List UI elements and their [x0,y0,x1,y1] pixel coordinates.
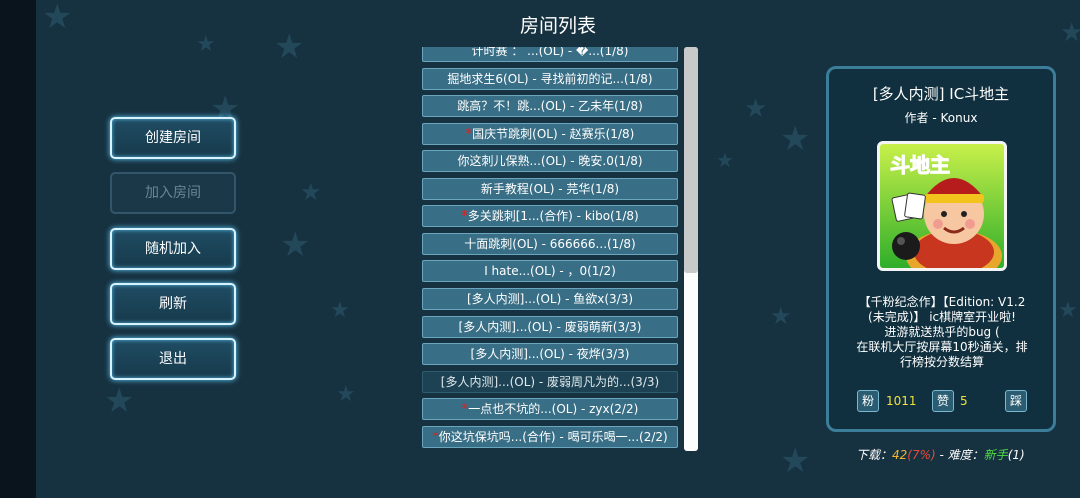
description-line: 进游就送热乎的bug ( [884,325,1000,339]
left-edge-strip [0,0,36,498]
star-icon: ★ [104,381,135,421]
room-list-item[interactable]: 你这刺儿保熟...(OL) - 晚安.0(1/8) [422,150,678,172]
difficulty-value: 新手 [983,448,1008,462]
room-detail-author: 作者 - Konux [904,111,978,125]
like-button[interactable]: 赞 [932,390,954,412]
room-label: 跳高？不！跳...(OL) - 乙未年(1/8) [457,99,643,113]
room-list-item[interactable]: 新手教程(OL) - 芫华(1/8) [422,178,678,200]
fans-button[interactable]: 粉 [857,390,879,412]
room-label: [多人内测]...(OL) - 废弱周凡为的...(3/3) [440,375,660,389]
difficulty-level: (1) [1007,448,1025,462]
description-line: 行榜按分数结算 [899,355,984,369]
room-label: 十面跳刺(OL) - 666666...(1/8) [464,237,636,251]
description-line: 在联机大厅按屏幕10秒通关，排 [856,340,1028,354]
star-icon: ★ [780,119,811,159]
random-join-button[interactable]: 随机加入 [110,228,236,270]
room-list-scrollbar[interactable] [684,47,698,451]
star-icon: ★ [300,178,322,206]
star-icon: ★ [780,441,811,481]
scrollbar-thumb[interactable] [684,47,698,273]
download-percent: (7%) [907,448,936,462]
star-icon: ★ [1058,298,1078,323]
room-label: 多关跳刺[1...(合作) - kibo(1/8) [467,209,639,223]
room-label: I hate...(OL) - ，0(1/2) [484,264,616,278]
create-room-button[interactable]: 创建房间 [110,117,236,159]
room-label: 掘地求生6(OL) - 寻找前初的记...(1/8) [447,72,653,86]
room-label: 你这刺儿保熟...(OL) - 晚安.0(1/8) [457,154,643,168]
room-label: [多人内测]...(OL) - 废弱萌新(3/3) [458,320,642,334]
room-list-item[interactable]: 掘地求生6(OL) - 寻找前初的记...(1/8) [422,68,678,90]
join-room-button[interactable]: 加入房间 [110,172,236,214]
room-list-item[interactable]: *多关跳刺[1...(合作) - kibo(1/8) [422,205,678,227]
download-count: 42 [892,448,908,462]
dislike-button[interactable]: 踩 [1005,390,1027,412]
difficulty-label: - 难度： [935,448,984,462]
fans-count: 1011 [886,394,917,408]
cover-logo-text: 斗地主 [890,153,950,177]
room-list-item[interactable]: 跳高？不！跳...(OL) - 乙未年(1/8) [422,95,678,117]
room-label: 计时赛 ： ...(OL) - �...(1/8) [471,47,629,58]
star-icon: ★ [330,298,350,323]
room-list-item[interactable]: *国庆节跳刺(OL) - 赵赛乐(1/8) [422,123,678,145]
room-list-item[interactable]: [多人内测]...(OL) - 夜烨(3/3) [422,343,678,365]
doudizhu-cover-art: 斗地主 [880,144,1004,268]
room-list-item[interactable]: *你这坑保坑吗...(合作) - 喝可乐喝一...(2/2) [422,426,678,448]
room-detail-title: [多人内测] IC斗地主 [872,85,1010,103]
room-label: 你这坑保坑吗...(合作) - 喝可乐喝一...(2/2) [438,430,668,444]
exit-button[interactable]: 退出 [110,338,236,380]
page-title: 房间列表 [519,15,596,37]
room-list-item[interactable]: [多人内测]...(OL) - 废弱萌新(3/3) [422,316,678,338]
star-icon: ★ [336,382,356,407]
game-cover-image: 斗地主 [877,141,1007,271]
description-line: 【千粉纪念作】【Edition: V1.2 [858,295,1026,309]
room-list-item[interactable]: *计时赛 ： ...(OL) - �...(1/8) [422,47,678,62]
room-label: [多人内测]...(OL) - 鱼欲x(3/3) [466,292,634,306]
room-list-item[interactable]: 十面跳刺(OL) - 666666...(1/8) [422,233,678,255]
star-icon: ★ [280,225,311,265]
room-list-item[interactable]: *一点也不坑的...(OL) - zyx(2/2) [422,398,678,420]
room-detail-panel: [多人内测] IC斗地主 作者 - Konux 斗地主 【千粉纪念作】【Edit… [826,66,1056,432]
star-icon: ★ [716,148,734,172]
refresh-button[interactable]: 刷新 [110,283,236,325]
room-label: 一点也不坑的...(OL) - zyx(2/2) [468,402,639,416]
room-description: 【千粉纪念作】【Edition: V1.2 (未完成)】 ic棋牌室开业啦! 进… [837,295,1047,370]
room-label: 新手教程(OL) - 芫华(1/8) [480,182,620,196]
download-label: 下载： [856,448,893,462]
room-label: 国庆节跳刺(OL) - 赵赛乐(1/8) [472,127,635,141]
room-list-item[interactable]: I hate...(OL) - ，0(1/2) [422,260,678,282]
likes-count: 5 [960,394,968,408]
room-list-item[interactable]: [多人内测]...(OL) - 鱼欲x(3/3) [422,288,678,310]
star-icon: ★ [744,94,768,124]
description-line: (未完成)】 ic棋牌室开业啦! [868,310,1016,324]
star-icon: ★ [770,302,792,330]
room-label: [多人内测]...(OL) - 夜烨(3/3) [470,347,630,361]
download-difficulty-line: 下载：42(7%) - 难度：新手(1) [856,446,1025,463]
room-list-item[interactable]: [多人内测]...(OL) - 废弱周凡为的...(3/3) [422,371,678,393]
room-list[interactable]: *计时赛 ： ...(OL) - �...(1/8) 掘地求生6(OL) - 寻… [420,47,680,451]
